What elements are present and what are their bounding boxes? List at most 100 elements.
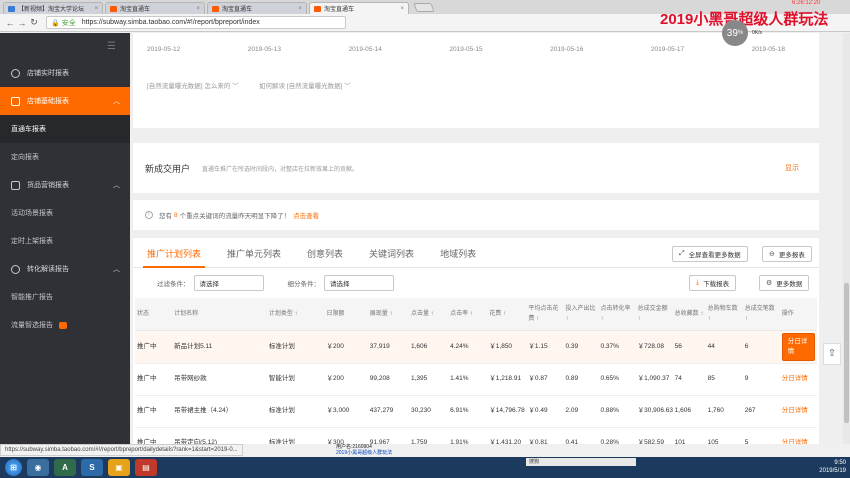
info-link-explain[interactable]: 如何解读 [自然流量曝光数据] ﹀	[259, 83, 351, 90]
cell-roi: 0.39	[563, 330, 599, 364]
cell-budget: ￥200	[324, 330, 368, 364]
secure-label: 安全	[61, 19, 76, 27]
sidebar-item-product-marketing[interactable]: 货品营销报表 ︿	[0, 171, 130, 199]
sidebar-item-basic-reports[interactable]: 店铺基础报表 ︿	[0, 87, 130, 115]
cell-status: 推广中	[135, 330, 173, 364]
new-badge-icon	[59, 321, 67, 329]
cell-roi: 2.09	[563, 395, 599, 428]
overlay-clock: 6:26:12:20	[792, 0, 821, 6]
column-header: 操作	[779, 298, 817, 331]
sidebar-item-realtime[interactable]: 店铺实时报表	[0, 59, 130, 87]
more-reports-button[interactable]: ⊖ 更多报表	[762, 246, 812, 262]
column-header[interactable]: 点击量 ↑	[409, 298, 449, 331]
info-link-source[interactable]: [自然流量曝光数据] 怎么来的 ﹀	[147, 83, 239, 90]
close-icon[interactable]: ×	[193, 6, 200, 12]
notice-action-link[interactable]: 点击查看	[293, 210, 319, 220]
cell-name: 吊带网纱款	[172, 363, 267, 396]
sidebar: ☰ 店铺实时报表 店铺基础报表 ︿ 直通车报表 定向报表 货品营销报表 ︿ 活动场景…	[0, 33, 130, 444]
action-cell: 分日详情	[779, 427, 817, 444]
action-cell: 分日详情	[779, 363, 817, 396]
close-icon[interactable]: ×	[397, 6, 404, 12]
cell-cpc: ￥0.49	[526, 395, 564, 428]
back-icon[interactable]: ←	[4, 18, 16, 28]
tab-region-list[interactable]: 地域列表	[440, 247, 476, 267]
cell-cvr: 0.37%	[598, 330, 636, 364]
tab-campaign-list[interactable]: 推广计划列表	[142, 247, 206, 268]
page-scrollbar[interactable]	[843, 33, 850, 444]
product-icon	[11, 180, 20, 190]
forward-icon[interactable]: →	[16, 18, 28, 28]
cell-budget: ￥3,000	[324, 395, 368, 428]
lock-icon: 🔒	[51, 19, 60, 27]
daily-details-button[interactable]: 分日详情	[782, 439, 808, 444]
column-header[interactable]: 日限额	[324, 298, 368, 331]
browser-tab-3[interactable]: 淘宝直通车 ×	[207, 2, 307, 14]
cell-cost: ￥1,218.91	[487, 363, 527, 396]
show-link[interactable]: 显示	[785, 163, 799, 173]
chevron-up-icon: ︿	[113, 182, 120, 189]
tab-keyword-list[interactable]: 关键词列表	[369, 247, 414, 267]
daily-details-button[interactable]: 分日详情	[781, 332, 815, 361]
scrollbar-thumb[interactable]	[844, 283, 849, 423]
system-tray-clock: 9:50 2019/5/19	[819, 460, 846, 474]
more-data-button[interactable]: ⚙ 更多数据	[759, 275, 810, 291]
cell-cost: ￥14,796.78	[487, 395, 527, 428]
chrome-icon[interactable]: ◉	[27, 459, 49, 476]
column-header[interactable]: 展现量 ↑	[367, 298, 409, 331]
browser-tab-2[interactable]: 淘宝直通车 ×	[105, 2, 205, 14]
column-header[interactable]: 总收藏数 ↑	[672, 298, 706, 331]
column-header[interactable]: 总购物车数 ↑	[705, 298, 743, 331]
action-cell: 分日详情	[779, 330, 817, 364]
column-header[interactable]: 总成交金额 ↑	[635, 298, 673, 331]
table-row: 推广中 吊带定向(5.12) 标准计划 ￥300 91,967 1,759 1.91% ￥1,…	[135, 427, 817, 444]
cell-type: 标准计划	[266, 395, 325, 428]
reload-icon[interactable]: ↻	[28, 17, 40, 28]
download-report-button[interactable]: ⤓ 下载报表	[689, 275, 737, 291]
cell-cpc: ￥0.81	[526, 427, 564, 444]
segment-select[interactable]: 请选择	[324, 275, 394, 291]
fullscreen-button[interactable]: ⤢ 全屏查看更多数据	[672, 246, 748, 262]
column-header[interactable]: 点击率 ↑	[448, 298, 488, 331]
cell-gmv: ￥30,906.63	[635, 395, 673, 428]
daily-details-button[interactable]: 分日详情	[782, 375, 808, 382]
sidebar-item-scheduled[interactable]: 定时上架报表	[0, 227, 130, 255]
table-row: 推广中 新品计划5.11 标准计划 ￥200 37,919 1,606 4.24% ￥1,85…	[135, 330, 817, 364]
column-header[interactable]: 花费 ↑	[487, 298, 527, 331]
tab-unit-list[interactable]: 推广单元列表	[227, 247, 281, 267]
filter-row: 过滤条件： 请选择 细分条件： 请选择 ⤓ 下载报表 ⚙ 更多数据	[133, 268, 819, 298]
browser-tab-4[interactable]: 淘宝直通车 ×	[309, 2, 409, 14]
sidebar-item-targeting[interactable]: 定向报表	[0, 143, 130, 171]
app-red-icon[interactable]: ▤	[135, 459, 157, 476]
app-s-icon[interactable]: S	[81, 459, 103, 476]
sidebar-item-conversion[interactable]: 转化解读报告 ︿	[0, 255, 130, 283]
new-tab-button[interactable]	[413, 3, 435, 12]
cell-carts: 85	[705, 363, 743, 396]
filter-select[interactable]: 请选择	[193, 275, 264, 291]
cell-status: 推广中	[135, 363, 173, 396]
daily-details-button[interactable]: 分日详情	[782, 407, 808, 414]
tab-favicon-icon	[8, 5, 15, 12]
menu-toggle-icon[interactable]: ☰	[0, 33, 130, 59]
sidebar-item-activity[interactable]: 活动场景报表	[0, 199, 130, 227]
column-header[interactable]: 计划类型 ↑	[266, 298, 325, 331]
column-header[interactable]: 总成交笔数 ↑	[742, 298, 780, 331]
windows-start-icon[interactable]: ⊞	[5, 459, 22, 476]
column-header[interactable]: 投入产出比 ↑	[563, 298, 599, 331]
tab-creative-list[interactable]: 创意列表	[307, 247, 343, 267]
column-header[interactable]: 平均点击花费 ↑	[526, 298, 564, 331]
url-field[interactable]: 🔒 安全 https://subway.simba.taobao.com/#!/…	[46, 16, 346, 29]
browser-tab-1[interactable]: 【新视频】淘宝大学论坛 ×	[3, 2, 103, 14]
sidebar-item-smart[interactable]: 智能推广报告	[0, 283, 130, 311]
cell-roi: 0.41	[563, 427, 599, 444]
back-to-top-button[interactable]: ⇧	[823, 343, 841, 365]
ime-bar[interactable]: 搜狗	[526, 458, 636, 466]
app-folder-icon[interactable]: ▣	[108, 459, 130, 476]
close-icon[interactable]: ×	[91, 6, 98, 12]
sidebar-item-zhitongche[interactable]: 直通车报表	[0, 115, 130, 143]
cell-gmv: ￥728.08	[635, 330, 673, 364]
close-icon[interactable]: ×	[295, 6, 302, 12]
sidebar-item-traffic[interactable]: 流量智选报告	[0, 311, 130, 339]
column-header[interactable]: 点击转化率 ↑	[598, 298, 636, 331]
info-links: [自然流量曝光数据] 怎么来的 ﹀ 如何解读 [自然流量曝光数据] ﹀	[147, 80, 369, 90]
app-a-icon[interactable]: A	[54, 459, 76, 476]
